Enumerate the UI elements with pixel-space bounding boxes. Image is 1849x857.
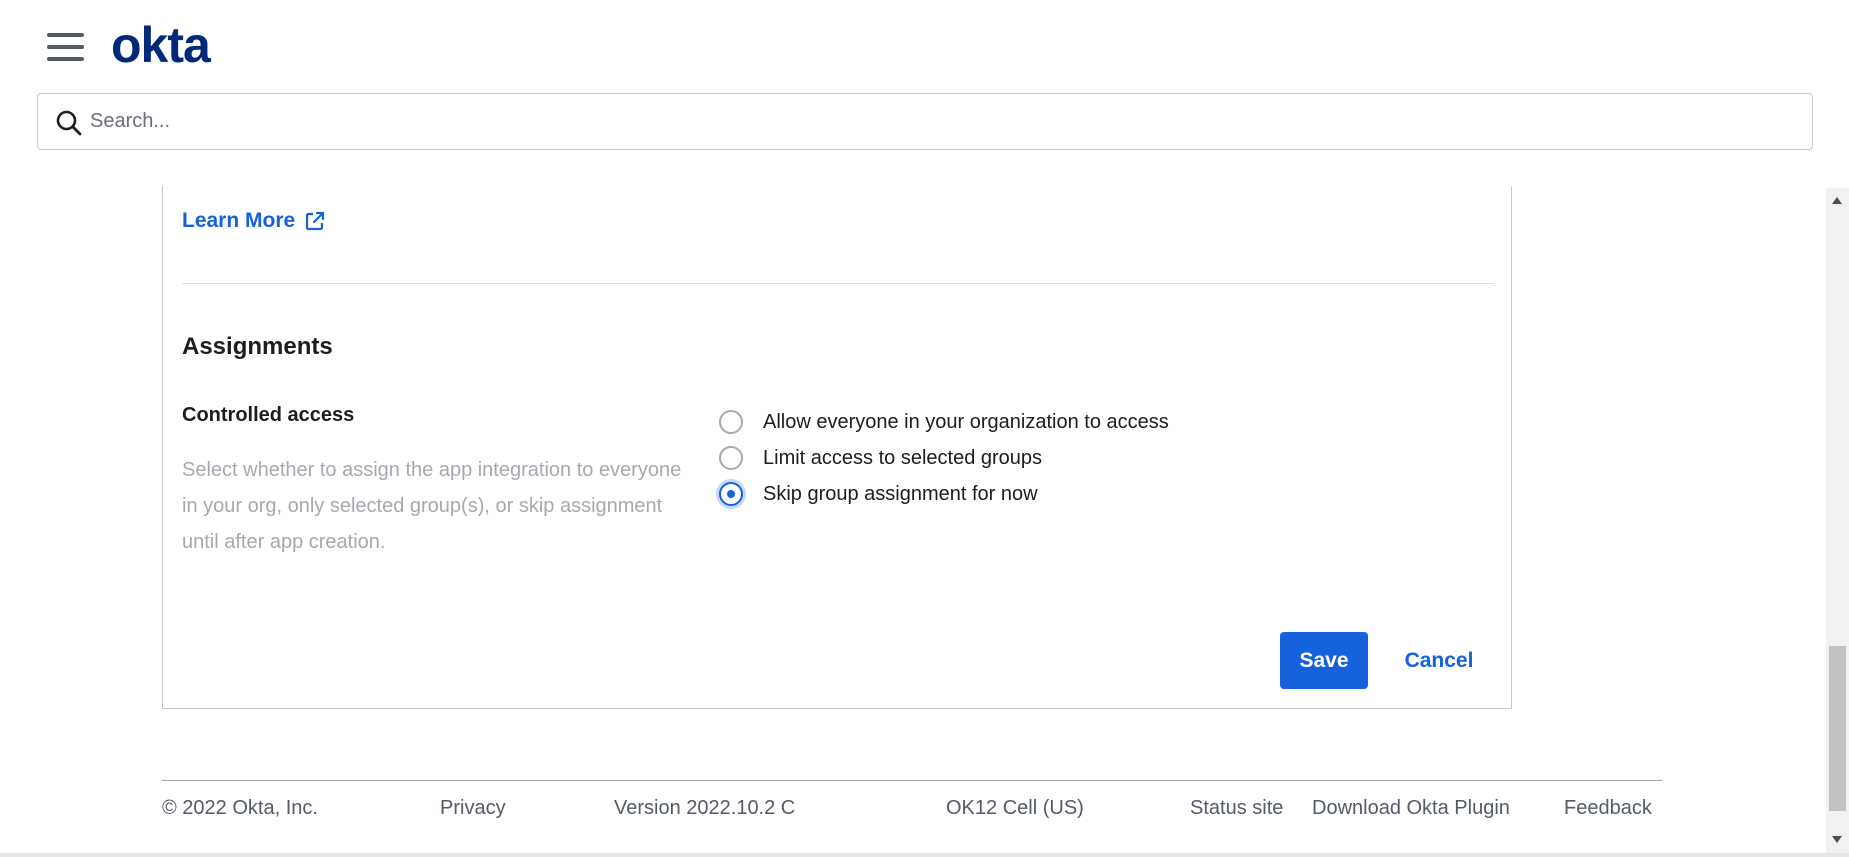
radio-button[interactable] (719, 410, 743, 434)
radio-option-limit-groups[interactable]: Limit access to selected groups (715, 440, 1169, 476)
radio-option-skip-assignment[interactable]: Skip group assignment for now (715, 476, 1169, 512)
scroll-up-arrow-icon[interactable] (1832, 197, 1842, 204)
footer-copyright: © 2022 Okta, Inc. (162, 797, 318, 819)
footer-status-site-link[interactable]: Status site (1190, 797, 1283, 820)
search-input[interactable] (90, 94, 1790, 149)
section-title: Assignments (182, 333, 333, 360)
radio-button[interactable] (719, 446, 743, 470)
radio-option-allow-everyone[interactable]: Allow everyone in your organization to a… (715, 404, 1169, 440)
footer-version: Version 2022.10.2 C (614, 797, 796, 819)
page-scrollbar[interactable] (1826, 188, 1849, 857)
cancel-button[interactable]: Cancel (1394, 632, 1484, 689)
save-button[interactable]: Save (1280, 632, 1368, 689)
footer-download-plugin-link[interactable]: Download Okta Plugin (1312, 797, 1510, 820)
menu-icon[interactable] (47, 32, 84, 62)
scroll-down-arrow-icon[interactable] (1832, 836, 1842, 843)
radio-label: Limit access to selected groups (763, 446, 1043, 469)
section-divider (182, 283, 1494, 284)
footer-divider (162, 780, 1662, 781)
field-help-text: Select whether to assign the app integra… (182, 459, 682, 553)
okta-logo[interactable]: okta (111, 18, 211, 72)
radio-button-selected[interactable] (719, 482, 743, 506)
footer-feedback-link[interactable]: Feedback (1564, 797, 1652, 820)
top-header: okta (0, 0, 1849, 186)
external-link-icon (306, 211, 325, 231)
scrollbar-thumb[interactable] (1829, 646, 1846, 811)
footer-privacy-link[interactable]: Privacy (440, 797, 506, 820)
assignments-panel: Learn More Assignments Controlled access… (162, 186, 1512, 709)
radio-label: Skip group assignment for now (763, 482, 1038, 505)
learn-more-link[interactable]: Learn More (182, 208, 325, 234)
window-bottom-edge (0, 853, 1849, 857)
field-label: Controlled access (182, 404, 355, 426)
controlled-access-radio-group: Allow everyone in your organization to a… (715, 404, 1169, 512)
search-icon (56, 110, 82, 136)
learn-more-label: Learn More (182, 209, 296, 232)
search-bar[interactable] (37, 93, 1813, 150)
footer-cell: OK12 Cell (US) (946, 797, 1084, 819)
radio-label: Allow everyone in your organization to a… (763, 410, 1169, 433)
